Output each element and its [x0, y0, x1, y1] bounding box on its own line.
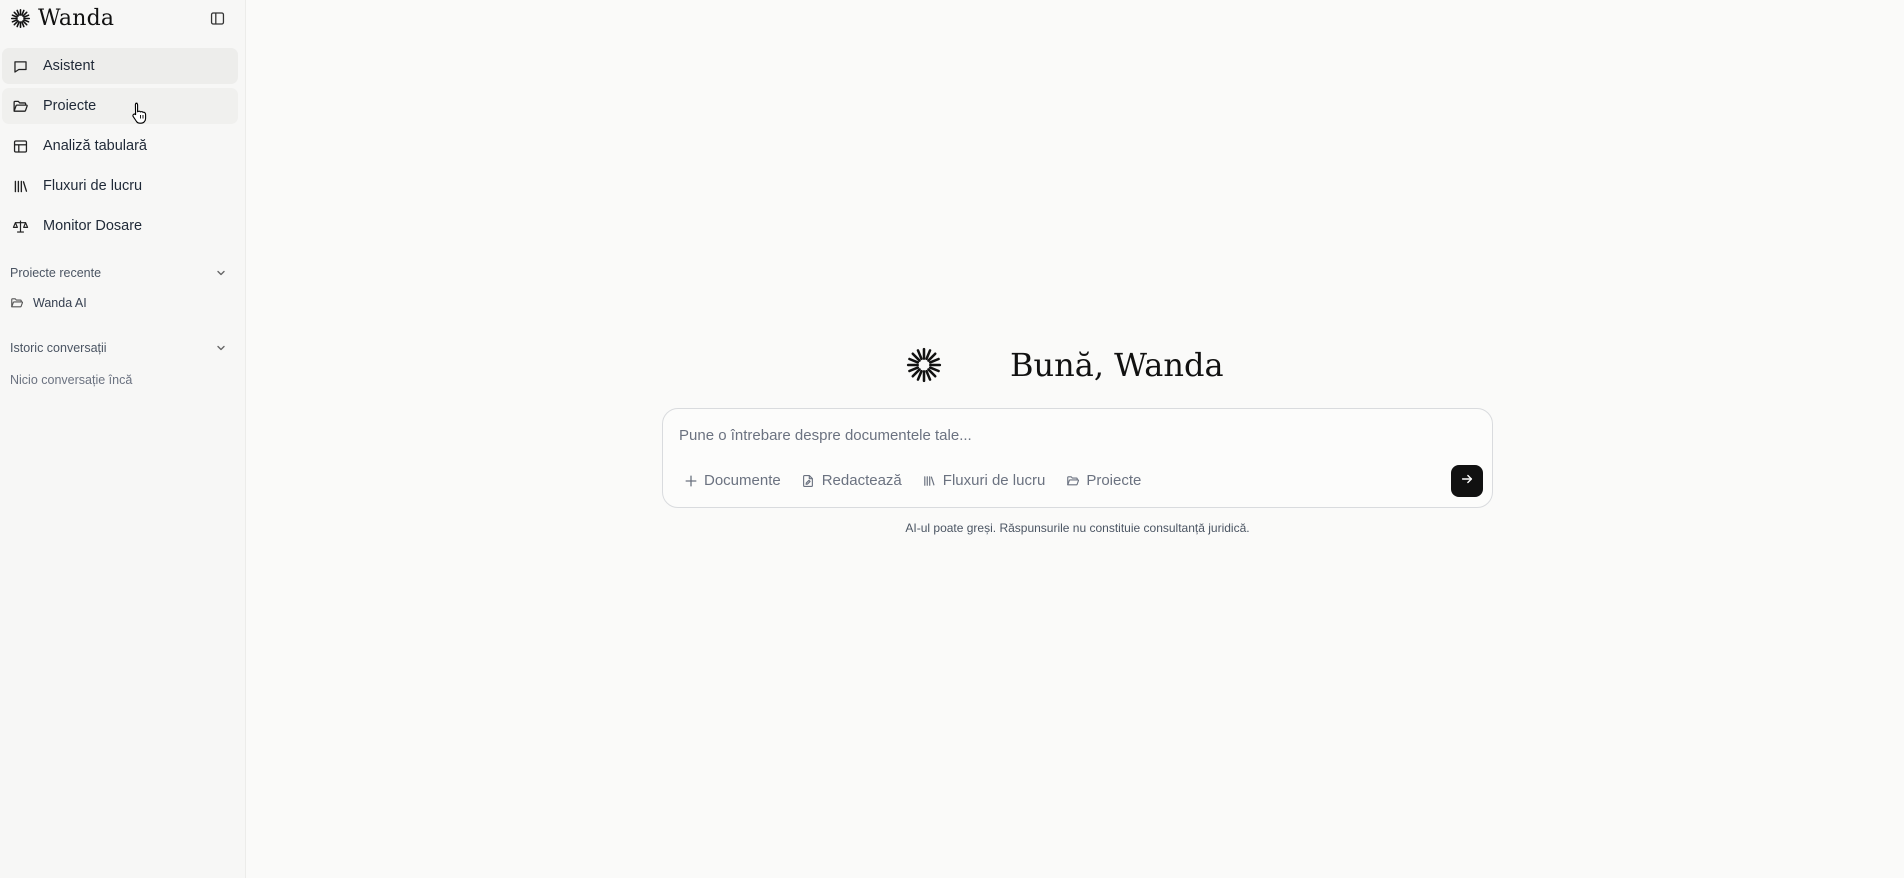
sidebar-item-label: Fluxuri de lucru [43, 178, 143, 194]
document-edit-icon [801, 473, 816, 488]
recent-project-item[interactable]: Wanda AI [10, 296, 87, 310]
composer: Documente Redactează Fluxuri de lucru [662, 408, 1493, 508]
sidebar-item-label: Proiecte [43, 98, 97, 114]
hand-pointer-icon [131, 101, 149, 125]
recent-project-label: Wanda AI [33, 296, 87, 310]
sidebar-item-monitor-dosare[interactable]: Monitor Dosare [2, 208, 238, 244]
sidebar-item-fluxuri-de-lucru[interactable]: Fluxuri de lucru [2, 168, 238, 204]
composer-tools: Documente Redactează Fluxuri de lucru Pr… [683, 472, 1141, 489]
tool-label: Proiecte [1086, 472, 1142, 489]
question-input[interactable] [679, 427, 1459, 444]
scale-icon [11, 217, 29, 235]
chevron-down-icon [214, 341, 228, 355]
sidebar-toggle-icon[interactable] [207, 8, 227, 28]
send-button[interactable] [1451, 465, 1483, 497]
tool-label: Redactează [821, 472, 902, 489]
recent-projects-header[interactable]: Proiecte recente [10, 266, 228, 280]
folder-open-icon [11, 97, 29, 115]
workflows-button[interactable]: Fluxuri de lucru [922, 472, 1046, 489]
library-icon [11, 177, 29, 195]
section-title: Istoric conversații [10, 341, 107, 355]
sidebar-item-analiza-tabulara[interactable]: Analiză tabulară [2, 128, 238, 164]
history-empty-text: Nicio conversație încă [10, 373, 133, 387]
projects-button[interactable]: Proiecte [1065, 472, 1141, 489]
sidebar-item-label: Monitor Dosare [43, 218, 143, 234]
brand-name: Wanda [38, 6, 115, 31]
sidebar-item-label: Asistent [43, 58, 95, 74]
chevron-down-icon [214, 266, 228, 280]
documents-button[interactable]: Documente [683, 472, 781, 489]
folder-open-icon [1065, 473, 1080, 488]
sidebar-nav: Asistent Proiecte Analiză tabulară Fluxu… [0, 48, 238, 248]
sidebar-item-asistent[interactable]: Asistent [2, 48, 238, 84]
draft-button[interactable]: Redactează [801, 472, 902, 489]
history-header[interactable]: Istoric conversații [10, 341, 228, 355]
folder-open-icon [10, 296, 24, 310]
section-title: Proiecte recente [10, 266, 102, 280]
arrow-right-icon [1460, 472, 1474, 491]
sidebar: Wanda Asistent Proiecte Analiză tabulară… [0, 0, 246, 878]
table-icon [11, 137, 29, 155]
greeting-text: Bună, Wanda [1010, 346, 1224, 384]
library-icon [922, 473, 937, 488]
sidebar-item-label: Analiză tabulară [43, 138, 147, 154]
sparkle-burst-icon [905, 346, 943, 384]
tool-label: Fluxuri de lucru [942, 472, 1046, 489]
sidebar-item-proiecte[interactable]: Proiecte [2, 88, 238, 124]
greeting: Bună, Wanda [905, 346, 1224, 384]
plus-icon [683, 473, 698, 488]
disclaimer: AI-ul poate greși. Răspunsurile nu const… [905, 521, 1250, 535]
sparkle-burst-icon [10, 8, 31, 29]
chat-bubble-icon [11, 57, 29, 75]
tool-label: Documente [704, 472, 781, 489]
brand[interactable]: Wanda [10, 6, 114, 31]
